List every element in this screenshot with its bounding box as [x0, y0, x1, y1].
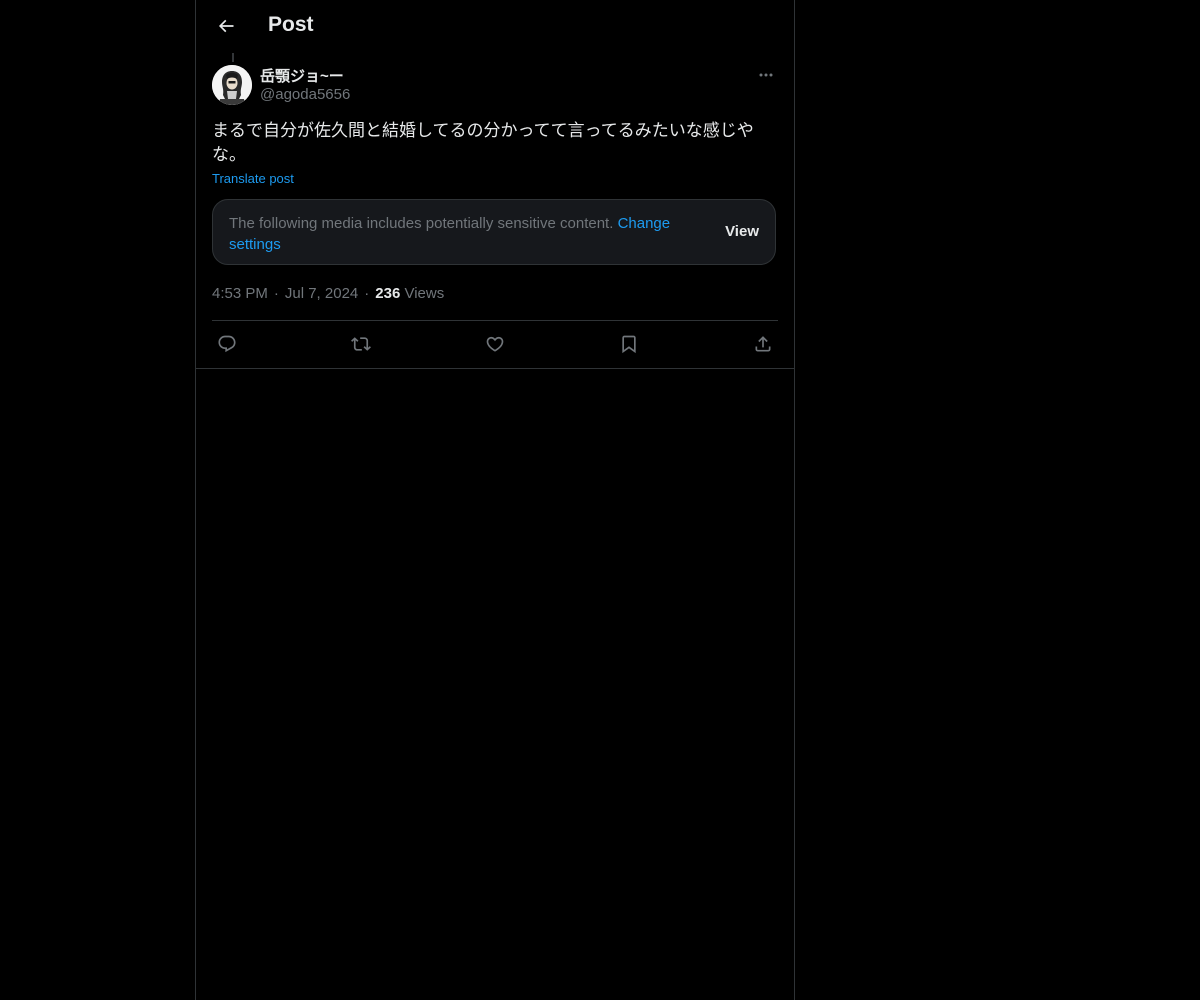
bookmark-icon	[619, 334, 639, 354]
post-bottom-border	[196, 368, 794, 369]
avatar[interactable]	[212, 65, 252, 105]
bookmark-button[interactable]	[614, 332, 644, 356]
sensitive-media-notice: The following media includes potentially…	[212, 199, 776, 265]
page-header: Post	[196, 0, 794, 53]
heart-icon	[485, 334, 505, 354]
sensitive-notice-text: The following media includes potentially…	[229, 213, 709, 255]
meta-separator: ·	[364, 285, 370, 302]
meta-separator: ·	[273, 285, 279, 302]
like-button[interactable]	[480, 332, 510, 356]
repost-icon	[351, 334, 371, 354]
share-button[interactable]	[748, 332, 778, 356]
author-handle[interactable]: @agoda5656	[260, 86, 350, 103]
post-actions	[212, 332, 778, 356]
author-row: 岳顎ジョ~ー @agoda5656	[212, 64, 778, 108]
post-text: まるで自分が佐久間と結婚してるの分かってて言ってるみたいな感じやな。	[212, 121, 754, 165]
views-count: 236	[375, 285, 401, 302]
reply-icon	[217, 334, 237, 354]
back-button[interactable]	[208, 8, 244, 44]
reply-button[interactable]	[212, 332, 242, 356]
arrow-left-icon	[216, 16, 236, 36]
repost-button[interactable]	[346, 332, 376, 356]
more-options-button[interactable]	[754, 64, 778, 86]
post-meta: 4:53 PM · Jul 7, 2024 · 236 Views	[212, 285, 444, 302]
share-icon	[753, 334, 773, 354]
more-horizontal-icon	[758, 67, 774, 83]
divider	[212, 320, 778, 321]
post-time[interactable]: 4:53 PM	[212, 285, 268, 302]
author-display-name[interactable]: 岳顎ジョ~ー	[260, 65, 344, 86]
main-column: Post 岳顎ジョ~ー @agoda5656 まるで自分が佐久間と結婚してるの分…	[195, 0, 795, 1000]
views-label: Views	[404, 285, 445, 302]
page-title: Post	[268, 13, 314, 36]
sensitive-notice-message: The following media includes potentially…	[229, 215, 614, 232]
view-media-button[interactable]: View	[725, 223, 759, 240]
user-avatar-icon	[212, 65, 252, 105]
translate-post-link[interactable]: Translate post	[212, 171, 294, 186]
post: 岳顎ジョ~ー @agoda5656 まるで自分が佐久間と結婚してるの分かってて言…	[212, 64, 778, 354]
thread-connector-line	[232, 53, 234, 62]
post-date[interactable]: Jul 7, 2024	[285, 285, 358, 302]
